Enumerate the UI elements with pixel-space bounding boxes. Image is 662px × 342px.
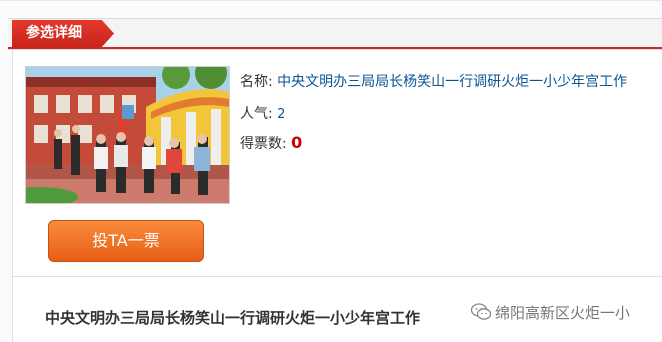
popularity-value: 2: [277, 107, 286, 122]
votes-row: 得票数: 0: [240, 133, 302, 153]
name-value-link[interactable]: 中央文明办三局局长杨笑山一行调研火炬一小少年宫工作: [277, 74, 627, 90]
watermark-text: 绵阳高新区火炬一小: [495, 302, 631, 323]
vote-button[interactable]: 投TA一票: [48, 220, 204, 262]
section-tab-details: 参选详细: [12, 20, 114, 47]
name-label: 名称:: [240, 74, 273, 90]
top-divider: [0, 0, 662, 1]
wechat-icon: [470, 303, 492, 320]
section-header-underline: [8, 47, 662, 49]
name-row: 名称: 中央文明办三局局长杨笑山一行调研火炬一小少年宫工作: [240, 71, 627, 91]
popularity-label: 人气:: [240, 106, 273, 122]
popularity-row: 人气: 2: [240, 103, 285, 123]
candidate-photo: [25, 66, 230, 204]
votes-count: 0: [291, 133, 303, 152]
votes-label: 得票数:: [240, 136, 287, 152]
article-title: 中央文明办三局局长杨笑山一行调研火炬一小少年宫工作: [45, 309, 421, 327]
